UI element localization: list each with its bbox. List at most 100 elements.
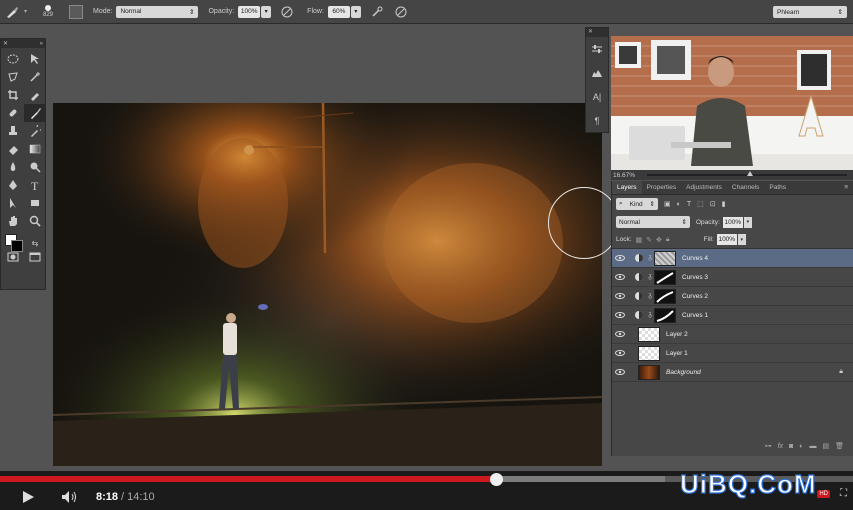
tools-panel-header[interactable]: ✕» (1, 39, 45, 48)
pressure-opacity-icon[interactable] (279, 4, 295, 20)
marquee-tool-icon[interactable] (2, 50, 24, 68)
type-tool-icon[interactable]: T (24, 176, 46, 194)
layer-thumbnail[interactable] (638, 364, 660, 380)
layer-row[interactable]: ᵹ Curves 3 (612, 268, 853, 287)
layer-style-icon[interactable]: fx (778, 443, 783, 450)
blur-tool-icon[interactable] (2, 158, 24, 176)
panel-menu-icon[interactable]: ≡ (839, 181, 853, 194)
fullscreen-icon[interactable]: ⛶ (840, 488, 847, 499)
tab-layers[interactable]: Layers (612, 181, 642, 194)
filter-kind-dropdown[interactable]: ⌕ Kind ⇕ (616, 198, 658, 210)
layer-mask-thumbnail[interactable] (654, 250, 676, 266)
volume-button[interactable] (60, 489, 80, 505)
preset-dropdown-arrow[interactable]: ▾ (24, 8, 27, 15)
layer-thumbnail[interactable] (638, 345, 660, 361)
type-filter-icon[interactable]: T (687, 201, 691, 208)
document-canvas[interactable] (53, 103, 602, 466)
play-button[interactable] (20, 489, 36, 505)
blend-mode-dropdown[interactable]: Normal ⇕ (616, 216, 690, 228)
pixel-filter-icon[interactable]: ▣ (664, 200, 671, 208)
layer-opacity-dropdown-icon[interactable]: ▾ (743, 216, 752, 228)
brush-size-picker[interactable]: 829 (37, 1, 59, 23)
zoom-tool-icon[interactable] (24, 212, 46, 230)
brush-tool-icon[interactable] (24, 104, 46, 122)
paragraph-panel-icon[interactable]: ¶ (586, 109, 608, 133)
gradient-tool-icon[interactable] (24, 140, 46, 158)
crop-tool-icon[interactable] (2, 86, 24, 104)
move-tool-icon[interactable] (24, 50, 46, 68)
collapse-icon[interactable]: » (40, 41, 43, 47)
tab-channels[interactable]: Channels (727, 181, 764, 194)
dodge-tool-icon[interactable] (24, 158, 46, 176)
mask-link-icon[interactable]: ᵹ (646, 293, 654, 299)
opacity-input[interactable]: 100% (238, 5, 261, 18)
path-selection-tool-icon[interactable] (2, 194, 24, 212)
opacity-dropdown-icon[interactable]: ▾ (261, 5, 272, 18)
healing-brush-tool-icon[interactable] (2, 104, 24, 122)
lock-all-icon[interactable]: 🔒︎ (666, 236, 670, 244)
lock-pixels-icon[interactable]: ✎ (646, 236, 652, 244)
brush-panel-toggle-icon[interactable] (69, 4, 84, 19)
link-layers-icon[interactable]: ⊶ (765, 442, 772, 450)
tab-properties[interactable]: Properties (642, 181, 682, 194)
navigator-zoom[interactable]: 16.67% (613, 172, 635, 179)
eye-icon[interactable] (612, 312, 628, 318)
layer-row[interactable]: ᵹ Curves 1 (612, 306, 853, 325)
tab-adjustments[interactable]: Adjustments (681, 181, 727, 194)
eye-icon[interactable] (612, 293, 628, 299)
mask-link-icon[interactable]: ᵹ (646, 274, 654, 280)
eye-icon[interactable] (612, 274, 628, 280)
navigator-zoom-slider[interactable] (647, 171, 848, 176)
smart-object-filter-icon[interactable]: ⊡ (710, 200, 716, 208)
new-layer-icon[interactable]: ▤ (822, 442, 829, 450)
layer-mask-thumbnail[interactable] (654, 269, 676, 285)
layer-thumbnail[interactable] (638, 326, 660, 342)
layer-row[interactable]: Background 🔒︎ (612, 363, 853, 382)
layer-row[interactable]: Layer 1 (612, 344, 853, 363)
trash-icon[interactable]: 🗑︎ (835, 442, 844, 450)
layer-row[interactable]: ᵹ Curves 2 (612, 287, 853, 306)
history-brush-tool-icon[interactable] (24, 122, 46, 140)
close-icon[interactable]: ✕ (3, 40, 8, 47)
navigator-zoom-knob[interactable] (747, 171, 754, 176)
screen-mode-icon[interactable] (24, 248, 46, 266)
fill-input[interactable]: 100% (716, 234, 737, 245)
hand-tool-icon[interactable] (2, 212, 24, 230)
eye-icon[interactable] (612, 331, 628, 337)
rectangle-tool-icon[interactable] (24, 194, 46, 212)
magic-wand-tool-icon[interactable] (24, 68, 46, 86)
tab-paths[interactable]: Paths (764, 181, 791, 194)
character-panel-icon[interactable]: A| (586, 85, 608, 109)
background-color-swatch[interactable] (11, 240, 23, 252)
lasso-tool-icon[interactable] (2, 68, 24, 86)
layer-opacity-input[interactable]: 100% (722, 216, 743, 228)
layer-row[interactable]: Layer 2 (612, 325, 853, 344)
adjustments-panel-icon[interactable] (586, 37, 608, 61)
layer-mask-thumbnail[interactable] (654, 288, 676, 304)
mode-dropdown[interactable]: Normal ⇕ (116, 5, 199, 18)
eyedropper-tool-icon[interactable] (24, 86, 46, 104)
pressure-size-icon[interactable] (393, 4, 409, 20)
mask-link-icon[interactable]: ᵹ (646, 312, 654, 318)
brush-tool-preset-icon[interactable] (0, 0, 24, 24)
eye-icon[interactable] (612, 255, 628, 261)
color-swatches[interactable] (2, 230, 24, 256)
adjustment-filter-icon[interactable]: ◐ (677, 201, 681, 208)
eye-icon[interactable] (612, 369, 628, 375)
flow-dropdown-icon[interactable]: ▾ (350, 5, 361, 18)
new-adjustment-icon[interactable]: ◐ (799, 443, 803, 450)
filter-toggle-icon[interactable]: ▮ (722, 200, 726, 208)
close-icon[interactable]: ✕ (586, 28, 608, 37)
layer-row[interactable]: ᵹ Curves 4 (612, 249, 853, 268)
workspace-switcher[interactable]: Phlearn ⇕ (773, 6, 847, 18)
shape-filter-icon[interactable]: ⬚ (697, 200, 704, 208)
layer-mask-thumbnail[interactable] (654, 307, 676, 323)
hd-badge[interactable]: HD (817, 489, 830, 498)
scrubber-handle[interactable] (490, 473, 504, 486)
airbrush-icon[interactable] (369, 4, 385, 20)
clone-stamp-tool-icon[interactable] (2, 122, 24, 140)
lock-transparent-icon[interactable]: ▦ (636, 236, 643, 244)
eraser-tool-icon[interactable] (2, 140, 24, 158)
flow-input[interactable]: 60% (327, 5, 350, 18)
fill-dropdown-icon[interactable]: ▾ (737, 234, 746, 245)
